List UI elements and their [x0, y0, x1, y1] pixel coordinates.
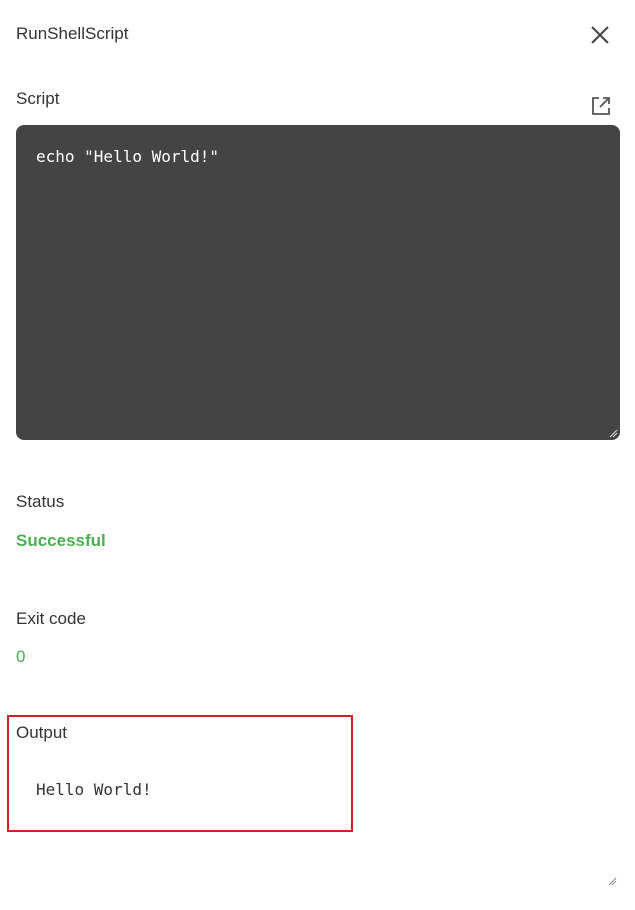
resize-grip-icon[interactable] [608, 428, 618, 438]
status-value: Successful [16, 531, 106, 550]
close-icon [591, 26, 609, 44]
open-external-button[interactable] [589, 94, 613, 118]
script-label: Script [16, 89, 60, 108]
output-label: Output [16, 723, 68, 742]
open-external-icon [592, 97, 610, 115]
run-shell-script-panel: RunShellScript Script echo "Hello World!… [0, 0, 635, 910]
exit-code-value: 0 [16, 647, 26, 666]
exit-code-label: Exit code [16, 609, 86, 628]
status-label: Status [16, 492, 65, 511]
script-editor[interactable]: echo "Hello World!" [16, 125, 620, 440]
output-value: Hello World! [36, 780, 152, 799]
panel-title: RunShellScript [16, 24, 129, 43]
panel-resize-grip-icon[interactable] [607, 876, 617, 886]
close-button[interactable] [586, 21, 614, 49]
